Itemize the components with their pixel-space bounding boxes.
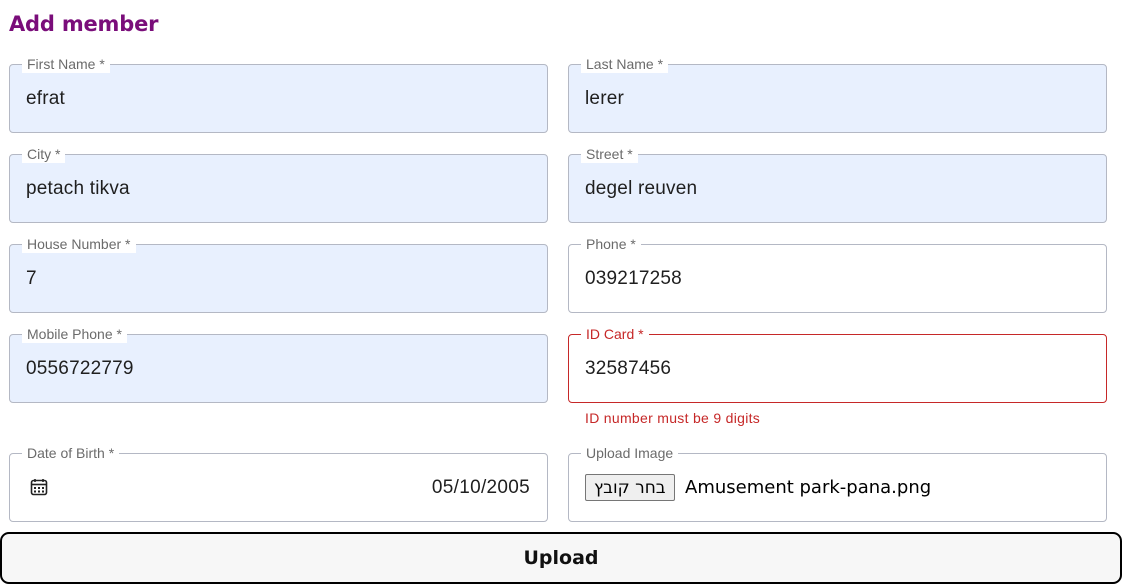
- date-of-birth-field[interactable]: Date of Birth * 05/10/2005: [9, 444, 548, 522]
- street-input[interactable]: degel reuven: [585, 155, 697, 222]
- selected-file-name: Amusement park-pana.png: [685, 477, 932, 498]
- mobile-phone-input[interactable]: 0556722779: [26, 335, 134, 402]
- upload-image-label: Upload Image: [581, 444, 679, 462]
- upload-image-field[interactable]: Upload Image בחר קובץ Amusement park-pan…: [568, 444, 1107, 522]
- page-title: Add member: [9, 12, 159, 36]
- last-name-field[interactable]: Last Name * lerer: [568, 55, 1107, 133]
- last-name-input[interactable]: lerer: [585, 65, 624, 132]
- phone-field[interactable]: Phone * 039217258: [568, 235, 1107, 313]
- phone-input[interactable]: 039217258: [585, 245, 682, 312]
- city-input[interactable]: petach tikva: [26, 155, 130, 222]
- first-name-input[interactable]: efrat: [26, 65, 65, 132]
- id-card-field[interactable]: ID Card * 32587456: [568, 325, 1107, 403]
- date-of-birth-input[interactable]: 05/10/2005: [432, 454, 530, 521]
- upload-button[interactable]: Upload: [0, 532, 1122, 584]
- street-field[interactable]: Street * degel reuven: [568, 145, 1107, 223]
- id-card-input[interactable]: 32587456: [585, 335, 671, 402]
- calendar-icon[interactable]: [30, 478, 48, 496]
- house-number-label: House Number *: [22, 235, 136, 253]
- city-field[interactable]: City * petach tikva: [9, 145, 548, 223]
- house-number-input[interactable]: 7: [26, 245, 37, 312]
- house-number-field[interactable]: House Number * 7: [9, 235, 548, 313]
- first-name-field[interactable]: First Name * efrat: [9, 55, 548, 133]
- mobile-phone-field[interactable]: Mobile Phone * 0556722779: [9, 325, 548, 403]
- date-of-birth-label: Date of Birth *: [22, 444, 120, 462]
- id-card-error-text: ID number must be 9 digits: [585, 410, 761, 426]
- choose-file-button[interactable]: בחר קובץ: [585, 474, 675, 501]
